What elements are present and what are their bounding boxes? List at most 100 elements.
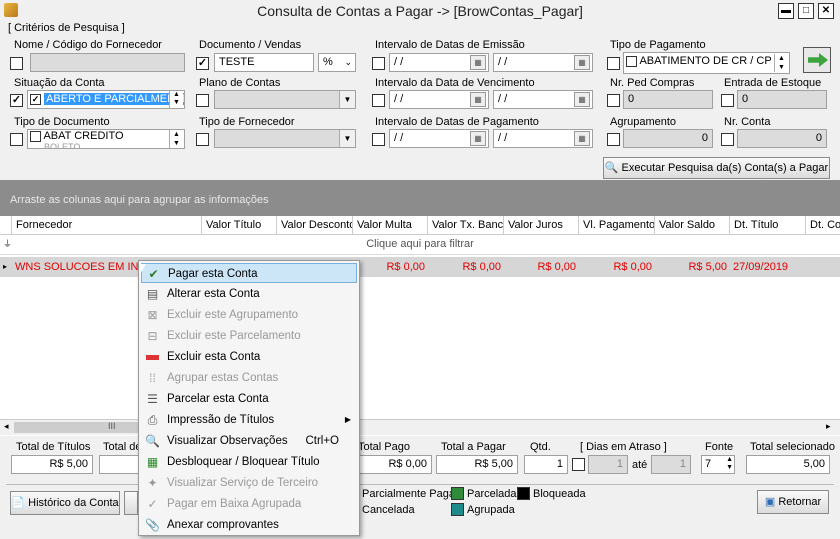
column-header-valor-juros[interactable]: Valor Juros [504,216,579,235]
menu-item-excluir-conta[interactable]: Excluir esta Conta [141,347,357,367]
tipo-pagamento-list[interactable]: ABATIMENTO DE CR / CP ▲ ▼ [623,52,790,74]
list-spin-icon[interactable]: ▲ ▼ [169,91,183,108]
dias-atraso-checkbox[interactable] [572,458,585,471]
nr-ped-input[interactable]: 0 [623,90,713,109]
scroll-left-icon[interactable]: ◂ [4,421,9,432]
tipo-doc-list[interactable]: ABAT CREDITO BOLETO ▲ ▼ [27,129,185,149]
pagamento-end-input[interactable]: / / ▦ [493,129,593,148]
total-a-pagar-value: R$ 5,00 [436,455,518,474]
submenu-arrow-icon: ▶ [344,415,351,424]
tipo-doc-checkbox[interactable] [10,133,23,146]
nr-conta-checkbox[interactable] [721,133,734,146]
tipo-pagamento-checkbox[interactable] [607,57,620,70]
historico-button[interactable]: 📄 Histórico da Conta [10,491,120,515]
legend-bloqueada: Bloqueada [533,488,586,500]
column-header-dt-titulo[interactable]: Dt. Título [730,216,806,235]
column-header-valor-saldo[interactable]: Valor Saldo [655,216,730,235]
calendar-icon[interactable]: ▦ [470,131,486,146]
column-header-valor-multa[interactable]: Valor Multa [353,216,428,235]
vencimento-start-input[interactable]: / / ▦ [389,90,489,109]
column-header-fornecedor[interactable]: Fornecedor [12,216,202,235]
spin-icon[interactable]: ▲ ▼ [726,456,733,472]
calendar-icon[interactable]: ▦ [574,55,590,70]
list-spin-icon[interactable]: ▲ ▼ [774,54,788,72]
tipo-fornecedor-select[interactable]: ▼ [214,129,356,148]
tipo-pagamento-item-checkbox[interactable] [626,55,637,67]
installment-icon: ☰ [147,392,158,406]
print-icon: ⎙ [147,413,158,427]
scroll-right-icon[interactable]: ▸ [826,421,831,432]
calendar-icon[interactable]: ▦ [574,92,590,107]
close-button[interactable]: ✕ [818,3,834,19]
nr-ped-checkbox[interactable] [607,94,620,107]
retornar-button[interactable]: ▣ Retornar [757,490,829,514]
situacao-item-checkbox[interactable]: ✓ [30,93,41,105]
emissao-start-input[interactable]: / / ▦ [389,53,489,72]
fornecedor-checkbox[interactable] [10,57,23,70]
plano-select[interactable]: ▼ [214,90,356,109]
menu-item-baixa-agrupada[interactable]: ✓ Pagar em Baixa Agrupada [141,494,357,514]
menu-item-agrupar[interactable]: ⁞⁞ Agrupar estas Contas [141,368,357,388]
vencimento-end-input[interactable]: / / ▦ [493,90,593,109]
documento-input[interactable]: TESTE [214,53,314,72]
minimize-button[interactable]: ▬ [778,3,794,19]
entrada-checkbox[interactable] [721,94,734,107]
dias-to-stepper[interactable]: 1 [651,455,691,474]
menu-item-observacoes[interactable]: 🔍 Visualizar Observações Ctrl+O [141,431,357,451]
pagamento-start-input[interactable]: / / ▦ [389,129,489,148]
executar-pesquisa-button[interactable]: 🔍 Executar Pesquisa da(s) Conta(s) a Pag… [603,157,830,179]
menu-item-servico-terceiro[interactable]: ✦ Visualizar Serviço de Terceiro [141,473,357,493]
menu-item-anexar[interactable]: 📎 Anexar comprovantes [141,515,357,535]
filter-row[interactable]: ⏚ Clique aqui para filtrar [0,235,840,255]
plano-checkbox[interactable] [196,94,209,107]
documento-operator-select[interactable]: % ⌄ [318,53,356,72]
arrow-right-icon [808,53,828,67]
tipo-fornecedor-checkbox[interactable] [196,133,209,146]
plano-label: Plano de Contas [199,77,281,89]
calendar-icon[interactable]: ▦ [574,131,590,146]
secondary-button[interactable] [124,491,138,515]
column-header-valor-titulo[interactable]: Valor Título [202,216,277,235]
menu-item-parcelar[interactable]: ☰ Parcelar esta Conta [141,389,357,409]
chevron-down-icon: ▼ [339,130,355,147]
table-row[interactable]: ▸ WNS SOLUCOES EM INFOR R$ 0,00 R$ 0,00 … [0,257,840,277]
fonte-stepper[interactable]: 7 ▲ ▼ [701,455,735,474]
menu-item-alterar[interactable]: ▤ Alterar esta Conta [141,284,357,304]
menu-item-excluir-agrupamento[interactable]: ⊠ Excluir este Agrupamento [141,305,357,325]
horizontal-scrollbar[interactable]: ◂ III ▸ [0,419,840,435]
emissao-end-input[interactable]: / / ▦ [493,53,593,72]
column-header-dt-co[interactable]: Dt. Co [806,216,840,235]
menu-item-excluir-parcelamento[interactable]: ⊟ Excluir este Parcelamento [141,326,357,346]
fonte-label: Fonte [705,441,734,453]
nr-conta-input[interactable]: 0 [737,129,827,148]
column-header-vl-pagamento[interactable]: Vl. Pagamento [579,216,655,235]
agrupamento-input[interactable]: 0 [623,129,713,148]
dias-from-stepper[interactable]: 1 [588,455,628,474]
column-header-valor-tx-banc[interactable]: Valor Tx. Banc [428,216,504,235]
group-by-panel[interactable]: Arraste as colunas aqui para agrupar as … [0,180,840,216]
pagamento-checkbox[interactable] [372,133,385,146]
calendar-icon[interactable]: ▦ [470,92,486,107]
maximize-button[interactable]: □ [798,3,814,19]
agrupamento-checkbox[interactable] [607,133,620,146]
menu-item-impressao[interactable]: ⎙ Impressão de Títulos ▶ [141,410,357,430]
delete-icon [145,350,160,364]
total-titulos-label: Total de Títulos [16,441,91,453]
situacao-checkbox[interactable]: ✓ [10,94,23,107]
menu-item-bloquear[interactable]: ▦ Desbloquear / Bloquear Título [141,452,357,472]
fornecedor-input[interactable] [30,53,185,72]
documento-checkbox[interactable]: ✓ [196,57,209,70]
tipo-doc-item-checkbox[interactable] [30,130,41,142]
column-header-valor-desconto[interactable]: Valor Desconto [277,216,353,235]
vencimento-checkbox[interactable] [372,94,385,107]
next-button[interactable] [803,47,831,73]
entrada-input[interactable]: 0 [737,90,827,109]
list-spin-icon[interactable]: ▲ ▼ [169,130,183,148]
calendar-icon[interactable]: ▦ [470,55,486,70]
situacao-list[interactable]: ✓ ABERTO E PARCIALMENTE PA ▲▼ [27,90,185,109]
emissao-checkbox[interactable] [372,57,385,70]
tipo-pagamento-item: ABATIMENTO DE CR / CP [639,55,772,67]
qtd-value: 1 [524,455,568,474]
documento-label: Documento / Vendas [199,39,302,51]
menu-item-pagar[interactable]: ✔ Pagar esta Conta [141,263,357,283]
